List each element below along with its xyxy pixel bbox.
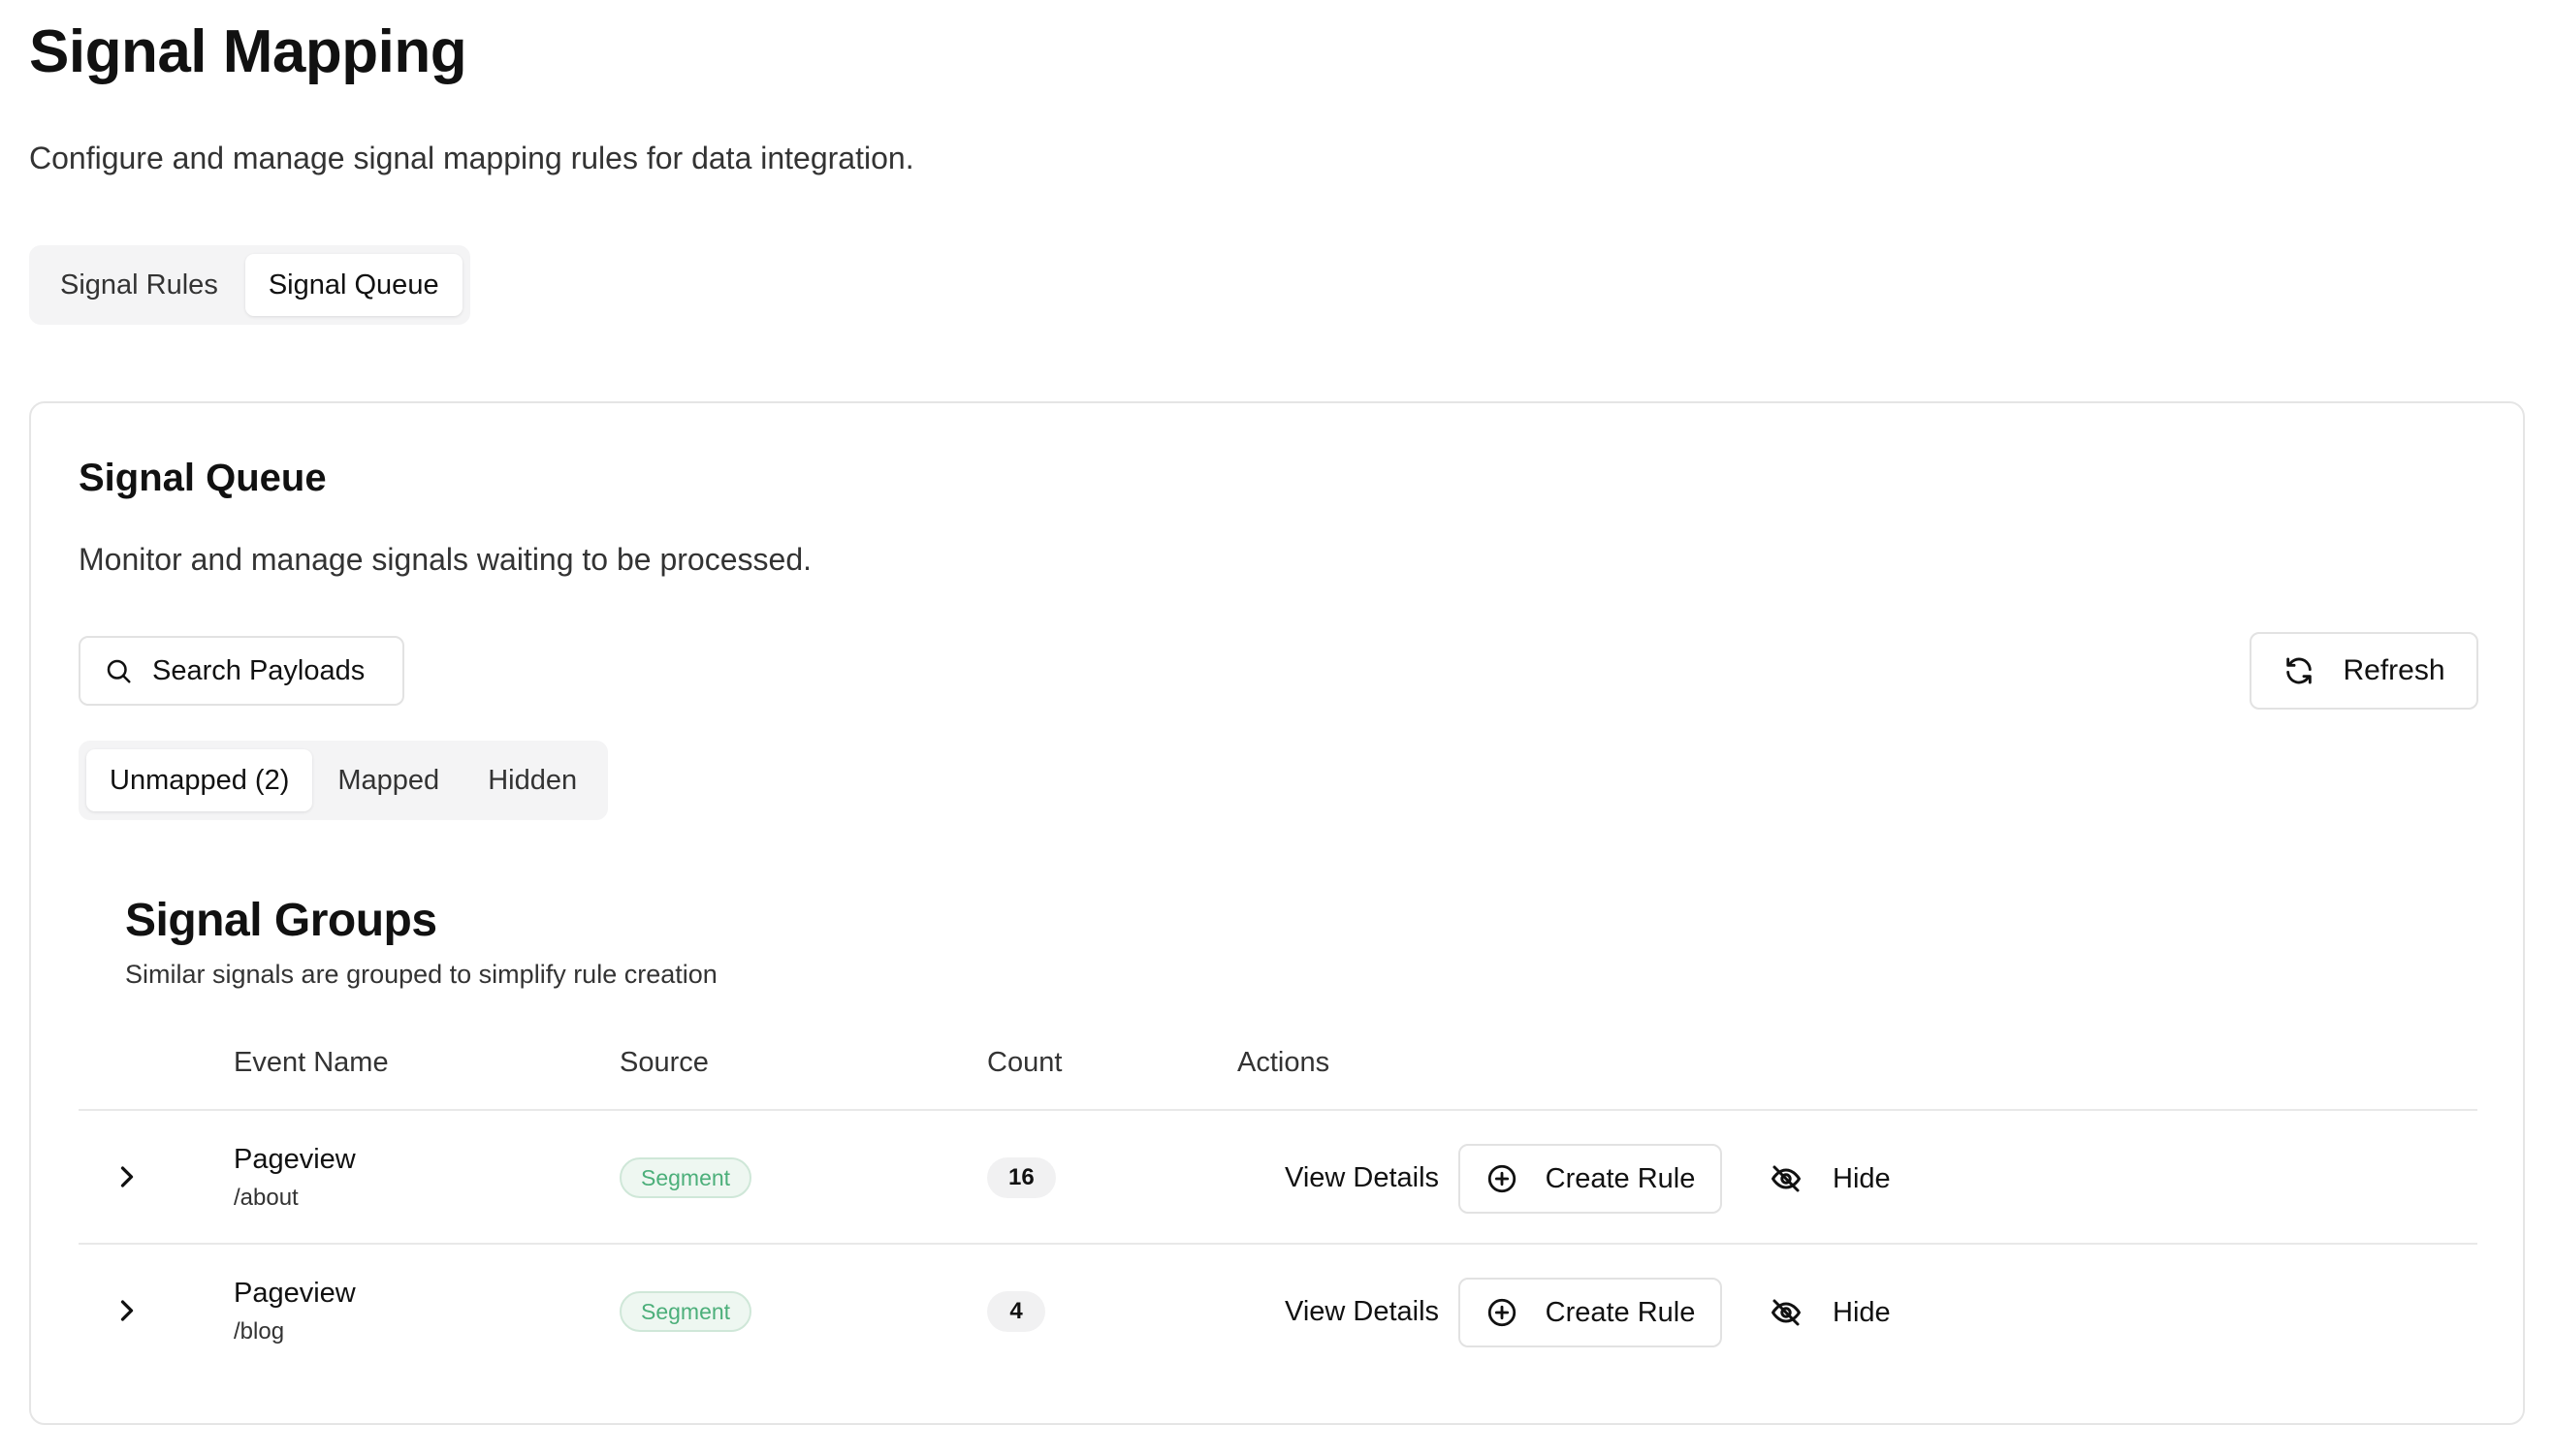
count-badge: 16 [987, 1157, 1056, 1198]
signal-groups-description: Similar signals are grouped to simplify … [125, 960, 718, 989]
tab-unmapped[interactable]: Unmapped (2) [86, 749, 313, 811]
plus-circle-icon [1487, 1298, 1516, 1327]
search-payloads-input[interactable]: Search Payloads [79, 636, 404, 706]
signal-groups-title: Signal Groups [125, 895, 437, 946]
event-name: Pageview [234, 1144, 356, 1175]
create-rule-label: Create Rule [1545, 1296, 1696, 1328]
tab-signal-queue[interactable]: Signal Queue [244, 254, 463, 316]
table-row: Pageview /about Segment 16 View Details … [79, 1111, 2477, 1245]
refresh-button[interactable]: Refresh [2250, 632, 2478, 710]
source-badge: Segment [620, 1157, 752, 1198]
event-path: /blog [234, 1318, 285, 1345]
page-title: Signal Mapping [29, 18, 467, 85]
main-tabs: Signal Rules Signal Queue [29, 245, 470, 325]
tab-hidden[interactable]: Hidden [464, 749, 600, 811]
column-header-actions: Actions [1237, 1047, 1330, 1078]
event-path: /about [234, 1185, 299, 1211]
view-details-button[interactable]: View Details [1261, 1278, 1462, 1345]
column-header-source: Source [620, 1047, 709, 1078]
hide-label: Hide [1833, 1162, 1891, 1194]
create-rule-button[interactable]: Create Rule [1458, 1144, 1722, 1214]
plus-circle-icon [1487, 1164, 1516, 1193]
page-root: Signal Mapping Configure and manage sign… [0, 0, 2554, 1456]
create-rule-label: Create Rule [1545, 1162, 1696, 1194]
search-placeholder: Search Payloads [152, 654, 366, 686]
hide-label: Hide [1833, 1296, 1891, 1328]
hide-button[interactable]: Hide [1757, 1144, 1902, 1214]
create-rule-button[interactable]: Create Rule [1458, 1278, 1722, 1347]
eye-off-icon [1772, 1299, 1801, 1326]
table-row: Pageview /blog Segment 4 View Details Cr… [79, 1245, 2477, 1378]
queue-status-tabs: Unmapped (2) Mapped Hidden [79, 741, 609, 820]
refresh-icon [2286, 657, 2313, 684]
source-badge: Segment [620, 1291, 752, 1332]
column-header-event-name: Event Name [234, 1047, 389, 1078]
view-details-button[interactable]: View Details [1261, 1144, 1462, 1212]
event-name: Pageview [234, 1278, 356, 1309]
chevron-right-icon[interactable] [110, 1293, 144, 1328]
card-description: Monitor and manage signals waiting to be… [79, 542, 812, 577]
tab-signal-rules[interactable]: Signal Rules [37, 254, 241, 316]
hide-button[interactable]: Hide [1757, 1278, 1902, 1347]
count-badge: 4 [987, 1291, 1045, 1332]
tab-mapped[interactable]: Mapped [314, 749, 463, 811]
refresh-label: Refresh [2343, 654, 2445, 686]
page-subtitle: Configure and manage signal mapping rule… [29, 141, 914, 175]
chevron-right-icon[interactable] [110, 1159, 144, 1194]
eye-off-icon [1772, 1165, 1801, 1192]
card-title: Signal Queue [79, 457, 327, 499]
search-icon [107, 659, 131, 683]
column-header-count: Count [987, 1047, 1063, 1078]
signal-queue-card: Signal Queue Monitor and manage signals … [29, 401, 2525, 1425]
